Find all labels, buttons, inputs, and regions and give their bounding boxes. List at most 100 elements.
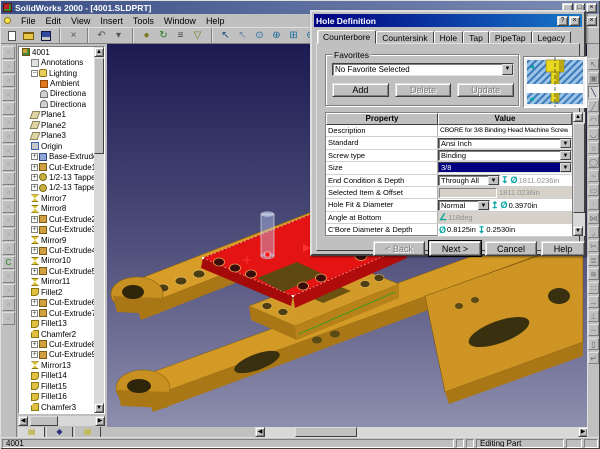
centerline-icon[interactable]: ╱ bbox=[588, 100, 599, 112]
expand-icon[interactable]: + bbox=[31, 173, 38, 181]
section-view-icon[interactable]: ▫ bbox=[2, 298, 15, 311]
next-button[interactable]: Next > bbox=[428, 240, 482, 257]
expand-icon[interactable]: + bbox=[31, 267, 38, 275]
table-scroll-thumb[interactable] bbox=[573, 123, 585, 213]
tree-item-1-2-13-tappe[interactable]: +1/2-13 Tappe bbox=[19, 183, 96, 193]
scroll-left-icon[interactable]: ◀ bbox=[255, 427, 265, 437]
expand-icon[interactable]: + bbox=[31, 299, 38, 307]
value-combo[interactable]: Binding ▼ bbox=[438, 149, 572, 161]
tree-item-fillet14[interactable]: Fillet14 bbox=[19, 371, 96, 381]
select-sketch-icon[interactable]: ↖ bbox=[588, 58, 599, 70]
scroll-down-icon[interactable]: ▼ bbox=[94, 403, 104, 413]
revolve-icon[interactable]: ▫ bbox=[2, 88, 15, 101]
fillet-sketch-icon[interactable]: ◞ bbox=[588, 226, 599, 238]
menu-tools[interactable]: Tools bbox=[128, 16, 159, 26]
value-combo[interactable]: Ansi Inch ▼ bbox=[438, 137, 572, 149]
grid-icon[interactable]: ▣ bbox=[588, 72, 599, 84]
cancel-button[interactable]: Cancel bbox=[485, 241, 537, 256]
hole-icon[interactable]: ▫ bbox=[2, 186, 15, 199]
tree-item-cut-extrude3[interactable]: + Cut-Extrude3 bbox=[19, 224, 96, 234]
convert-entities-icon[interactable]: ≣ bbox=[588, 254, 599, 266]
line-icon[interactable]: ╲ bbox=[588, 86, 599, 98]
expand-icon[interactable]: + bbox=[31, 215, 38, 223]
tree-item-fillet2[interactable]: Fillet2 bbox=[19, 287, 96, 297]
circle-icon[interactable]: ○ bbox=[588, 142, 599, 154]
tree-item-origin[interactable]: Origin bbox=[19, 141, 96, 151]
toolbar-filter-button[interactable]: ▽ bbox=[189, 28, 206, 43]
viewport-hscroll-thumb[interactable] bbox=[295, 427, 357, 437]
favorites-combo[interactable]: No Favorite Selected ▼ bbox=[332, 63, 514, 76]
dialog-titlebar[interactable]: Hole Definition ? × bbox=[314, 14, 582, 27]
chevron-down-icon[interactable]: ▼ bbox=[560, 163, 571, 173]
viewport-horizontal-scrollbar[interactable]: ◀ ▶ bbox=[255, 427, 588, 437]
shell-icon[interactable]: ▫ bbox=[2, 158, 15, 171]
toolbar-save-button[interactable] bbox=[37, 28, 54, 43]
tree-item-base-extrude[interactable]: + Base-Extrude bbox=[19, 151, 96, 161]
scroll-up-icon[interactable]: ▲ bbox=[94, 47, 104, 57]
tree-item-plane2[interactable]: Plane2 bbox=[19, 120, 96, 130]
toolbar-zoom-area-button[interactable]: ⊞ bbox=[285, 28, 302, 43]
annotation-icon[interactable]: ▫ bbox=[2, 312, 15, 325]
expand-icon[interactable]: + bbox=[31, 153, 38, 161]
toolbar-undo-dropdown-button[interactable]: ▾ bbox=[110, 28, 127, 43]
table-scrollbar[interactable]: ▲ ▼ bbox=[573, 112, 585, 236]
tree-item-1-2-13-tappe[interactable]: +1/2-13 Tappe bbox=[19, 172, 96, 182]
tree-item-plane1[interactable]: Plane1 bbox=[19, 110, 96, 120]
toolbar-zoom-in-button[interactable]: ⊕ bbox=[268, 28, 285, 43]
dialog-close-icon[interactable]: × bbox=[569, 15, 580, 26]
measure-icon[interactable]: ▫ bbox=[2, 284, 15, 297]
menu-insert[interactable]: Insert bbox=[95, 16, 128, 26]
help-button[interactable]: Help bbox=[541, 241, 585, 256]
chevron-down-icon[interactable]: ▼ bbox=[502, 64, 513, 75]
child-close-button[interactable]: × bbox=[586, 15, 597, 26]
expand-icon[interactable]: + bbox=[31, 340, 38, 348]
tree-item-mirror13[interactable]: Mirror13 bbox=[19, 360, 96, 370]
value-combo[interactable]: 3/8 ▼ bbox=[438, 162, 572, 174]
tree-item-4001[interactable]: 4001 bbox=[19, 47, 96, 57]
close-button[interactable]: × bbox=[586, 2, 597, 13]
configuration-icon[interactable]: C bbox=[2, 256, 15, 269]
expand-icon[interactable]: + bbox=[31, 184, 38, 192]
tree-vertical-scrollbar[interactable]: ▲ ▼ bbox=[94, 47, 104, 413]
fillet-icon[interactable]: ▫ bbox=[2, 116, 15, 129]
toolbar-new-button[interactable] bbox=[3, 28, 20, 43]
tree-item-mirror10[interactable]: Mirror10 bbox=[19, 256, 96, 266]
extrude-icon[interactable]: ▫ bbox=[2, 74, 15, 87]
collapse-icon[interactable]: − bbox=[31, 69, 38, 77]
tree-item-directiona[interactable]: Directiona bbox=[19, 89, 96, 99]
rectangle-icon[interactable]: ▭ bbox=[588, 184, 599, 196]
toolbar-undo-button[interactable]: ↶ bbox=[93, 28, 110, 43]
tree-horizontal-scrollbar[interactable]: ◀ ▶ bbox=[18, 416, 105, 426]
expand-icon[interactable]: + bbox=[31, 351, 38, 359]
surface-icon[interactable]: ▫ bbox=[2, 242, 15, 255]
tree-item-ambient[interactable]: Ambient bbox=[19, 78, 96, 88]
toolbar-rebuild-button[interactable]: ↻ bbox=[155, 28, 172, 43]
expand-icon[interactable]: + bbox=[31, 309, 38, 317]
relations-icon[interactable]: ⊥ bbox=[588, 310, 599, 322]
tree-item-cut-extrude8[interactable]: + Cut-Extrude8 bbox=[19, 339, 96, 349]
sketch-icon[interactable]: ▫ bbox=[2, 46, 15, 59]
point-icon[interactable]: · bbox=[588, 198, 599, 210]
tree-item-cut-extrude1[interactable]: + Cut-Extrude1 bbox=[19, 162, 96, 172]
expand-icon[interactable]: + bbox=[31, 163, 38, 171]
expand-icon[interactable]: + bbox=[31, 247, 38, 255]
tree-item-directiona[interactable]: Directiona bbox=[19, 99, 96, 109]
cut-icon[interactable]: ▫ bbox=[2, 102, 15, 115]
menu-help[interactable]: Help bbox=[201, 16, 230, 26]
menu-file[interactable]: File bbox=[16, 16, 41, 26]
feature-tree[interactable]: 4001 Annotations − Lighting Ambient Direction… bbox=[18, 46, 105, 414]
tree-item-cut-extrude5[interactable]: + Cut-Extrude5 bbox=[19, 266, 96, 276]
tree-item-chamfer2[interactable]: Chamfer2 bbox=[19, 329, 96, 339]
tree-hscroll-thumb[interactable] bbox=[30, 416, 58, 426]
rib-icon[interactable]: ▫ bbox=[2, 144, 15, 157]
draft-icon[interactable]: ▫ bbox=[2, 172, 15, 185]
scroll-up-icon[interactable]: ▲ bbox=[573, 112, 583, 122]
erase-icon[interactable]: ▯ bbox=[588, 338, 599, 350]
toolbar-cut-button[interactable]: × bbox=[65, 28, 82, 43]
expand-icon[interactable]: + bbox=[31, 226, 38, 234]
chevron-down-icon[interactable]: ▼ bbox=[560, 138, 571, 148]
scroll-down-icon[interactable]: ▼ bbox=[573, 226, 583, 236]
offset-entities-icon[interactable]: ≋ bbox=[588, 268, 599, 280]
reference-geometry-icon[interactable]: ▫ bbox=[2, 270, 15, 283]
toolbar-select-other-button[interactable]: ↖ bbox=[234, 28, 251, 43]
